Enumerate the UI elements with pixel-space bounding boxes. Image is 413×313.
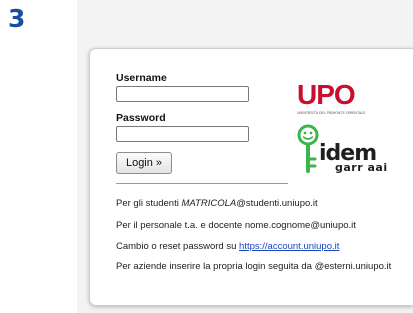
idem-garr-logo: idem garr aai — [295, 123, 393, 175]
account-reset-link[interactable]: https://account.uniupo.it — [239, 241, 339, 252]
username-input[interactable] — [116, 86, 249, 102]
upo-logo-caption: UNIVERSITÀ DEL PIEMONTE ORIENTALE — [297, 111, 366, 115]
info-students: Per gli studenti MATRICOLA@studenti.uniu… — [116, 198, 406, 209]
info-reset-prefix: Cambio o reset password su — [116, 241, 240, 252]
password-label: Password — [116, 112, 166, 124]
info-students-suffix: @studenti.uniupo.it — [236, 198, 318, 209]
info-students-matricola: MATRICOLA — [181, 198, 237, 209]
upo-logo: UPO UNIVERSITÀ DEL PIEMONTE ORIENTALE — [297, 81, 365, 121]
username-label: Username — [116, 72, 167, 84]
divider — [116, 183, 288, 184]
info-students-prefix: Per gli studenti — [116, 198, 182, 209]
upo-logo-text: UPO — [297, 79, 356, 110]
info-staff: Per il personale t.a. e docente nome.cog… — [116, 220, 356, 231]
info-companies: Per aziende inserire la propria login se… — [116, 261, 392, 272]
info-password-reset: Cambio o reset password su https://accou… — [116, 241, 406, 252]
login-button[interactable]: Login » — [116, 152, 172, 174]
step-number: 3 — [8, 4, 26, 33]
login-box: Username Password Login » UPO UNIVERSITÀ… — [89, 48, 413, 306]
garr-logo-text: garr aai — [335, 161, 388, 174]
password-input[interactable] — [116, 126, 249, 142]
